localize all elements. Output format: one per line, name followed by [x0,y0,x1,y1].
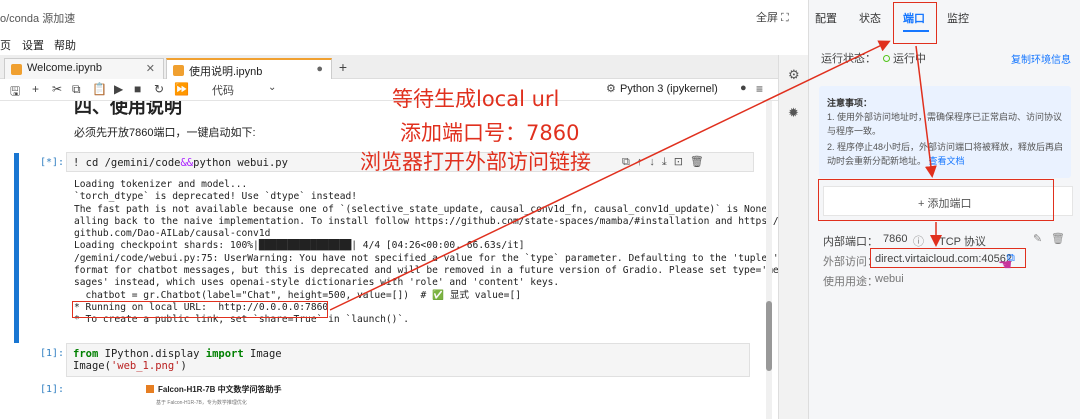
annotation-arrows [329,40,942,311]
arrow-to-port-tab [329,40,891,311]
cursor-hand-icon: ☚ [998,257,1013,274]
arrow-to-add-port [915,45,937,178]
app-window: o/conda 源加速 全屏 ⛶ 页 设置 帮助 Welcome.ipynb ✕… [0,0,1080,419]
